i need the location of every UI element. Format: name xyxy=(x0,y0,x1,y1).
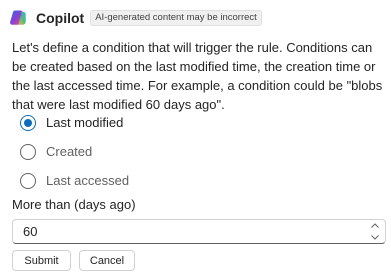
option-label: Last modified xyxy=(46,115,124,130)
submit-button[interactable]: Submit xyxy=(12,250,71,271)
cancel-button[interactable]: Cancel xyxy=(79,250,135,271)
option-last-modified[interactable]: Last modified xyxy=(20,108,129,137)
option-created[interactable]: Created xyxy=(20,137,129,166)
days-input[interactable] xyxy=(13,224,367,239)
increment-button[interactable] xyxy=(367,220,383,232)
condition-radio-group: Last modified Created Last accessed xyxy=(20,108,129,195)
radio-button-selected[interactable] xyxy=(20,114,36,131)
days-field-label: More than (days ago) xyxy=(12,197,136,212)
ai-disclaimer-badge: AI-generated content may be incorrect xyxy=(90,10,262,26)
copilot-logo-icon xyxy=(10,10,26,25)
chevron-down-icon xyxy=(371,234,379,240)
chevron-up-icon xyxy=(371,223,379,229)
spin-buttons xyxy=(367,220,383,243)
days-spinbutton xyxy=(12,219,386,244)
app-name: Copilot xyxy=(36,10,85,26)
option-last-accessed[interactable]: Last accessed xyxy=(20,166,129,195)
decrement-button[interactable] xyxy=(367,232,383,244)
option-label: Created xyxy=(46,144,93,159)
radio-button[interactable] xyxy=(20,143,36,160)
radio-button[interactable] xyxy=(20,172,36,189)
option-label: Last accessed xyxy=(46,173,130,188)
assistant-message: Let's define a condition that will trigg… xyxy=(12,40,383,112)
chat-header: Copilot AI-generated content may be inco… xyxy=(10,8,262,28)
